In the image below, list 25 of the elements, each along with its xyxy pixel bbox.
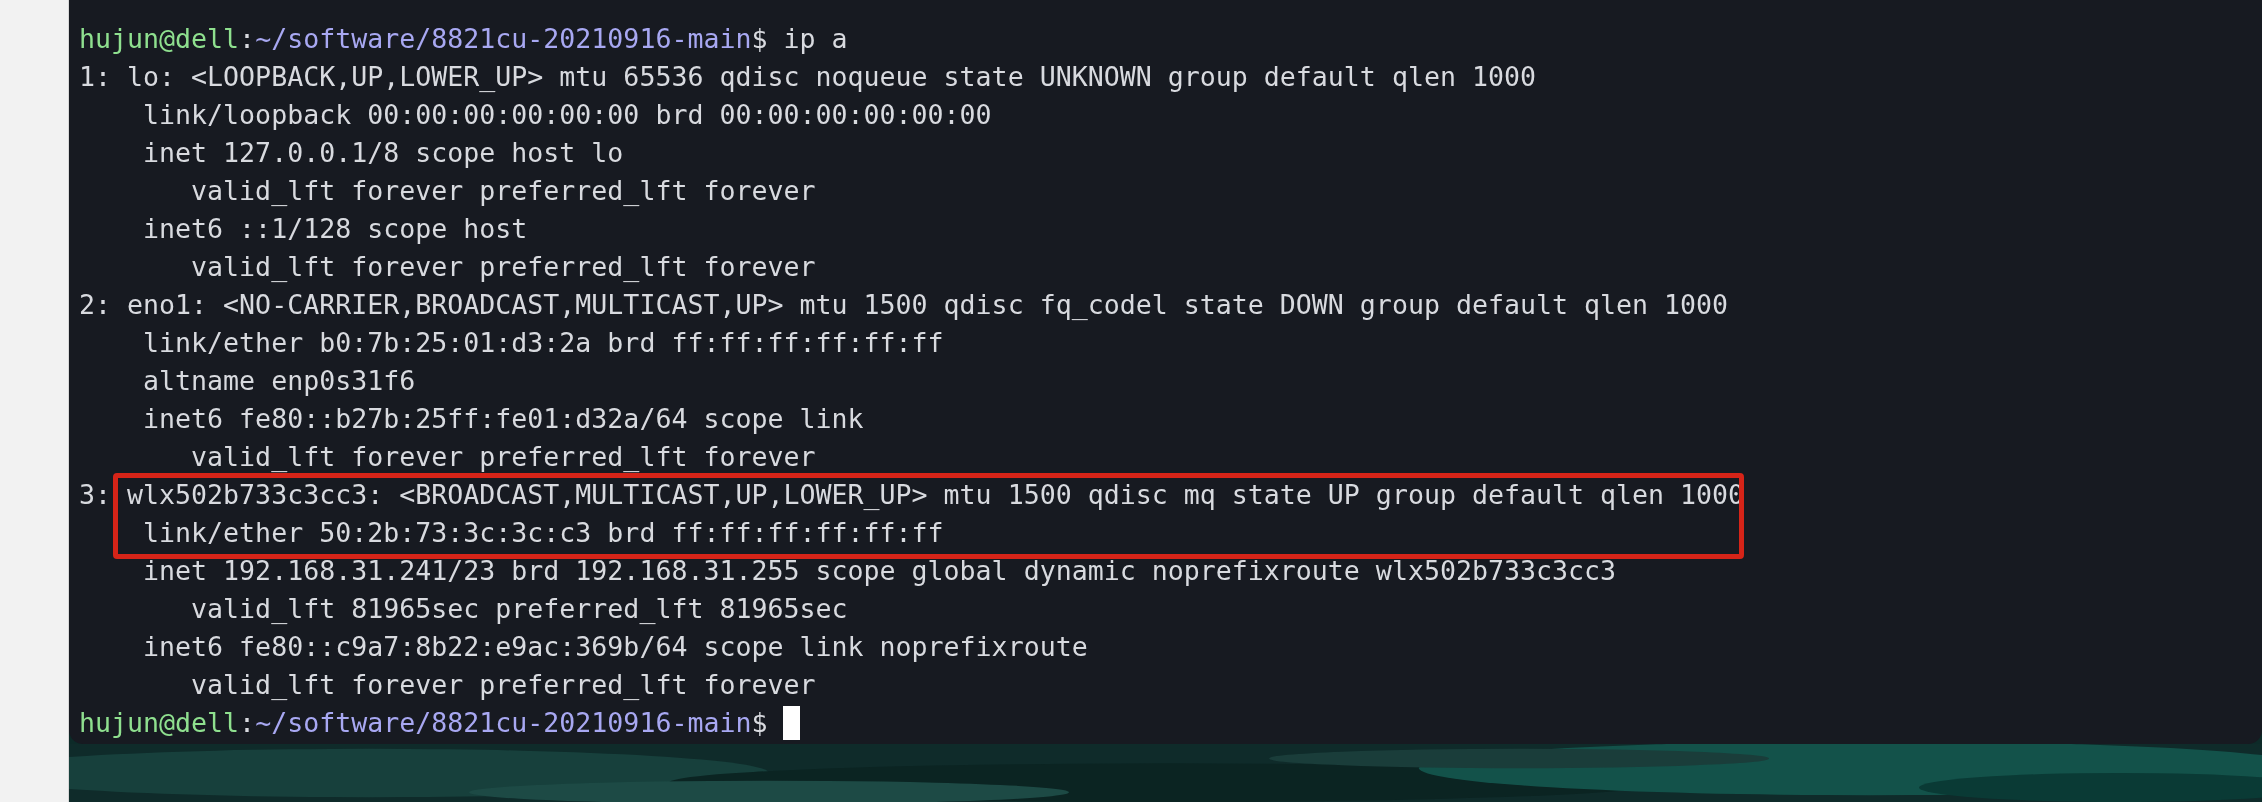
- output-line: valid_lft forever preferred_lft forever: [190, 250, 816, 284]
- output-line: inet 127.0.0.1/8 scope host lo: [142, 136, 624, 170]
- output-line: 1: lo: <LOOPBACK,UP,LOWER_UP> mtu 65536 qdisc noqueue state UNKNOWN group default qlen 1000: [79, 60, 1536, 94]
- output-line: valid_lft forever preferred_lft forever: [190, 668, 816, 702]
- prompt-path: ~/software/8821cu-20210916-main: [255, 706, 752, 740]
- output-line: valid_lft 81965sec preferred_lft 81965sec: [190, 592, 848, 626]
- output-line: valid_lft forever preferred_lft forever: [190, 440, 816, 474]
- prompt-path: ~/software/8821cu-20210916-main: [255, 22, 752, 56]
- prompt-separator: :: [239, 706, 256, 740]
- output-line: link/loopback 00:00:00:00:00:00 brd 00:00:00:00:00:00: [142, 98, 992, 132]
- prompt-symbol: $: [751, 22, 768, 56]
- prompt-symbol: $: [751, 706, 768, 740]
- output-line: altname enp0s31f6: [142, 364, 416, 398]
- output-line: link/ether 50:2b:73:3c:3c:c3 brd ff:ff:ff:ff:ff:ff: [142, 516, 944, 550]
- output-line: inet 192.168.31.241/23 brd 192.168.31.255 scope global dynamic noprefixroute wlx502b733c3cc3: [142, 554, 1617, 588]
- prompt-user: hujun@dell: [79, 706, 240, 740]
- output-line: valid_lft forever preferred_lft forever: [190, 174, 816, 208]
- command-text: ip a: [783, 22, 848, 56]
- output-line: link/ether b0:7b:25:01:d3:2a brd ff:ff:ff:ff:ff:ff: [142, 326, 944, 360]
- output-line: inet6 fe80::c9a7:8b22:e9ac:369b/64 scope link noprefixroute: [142, 630, 1088, 664]
- output-line: inet6 ::1/128 scope host: [142, 212, 528, 246]
- output-line: inet6 fe80::b27b:25ff:fe01:d32a/64 scope link: [142, 402, 864, 436]
- output-line: 2: eno1: <NO-CARRIER,BROADCAST,MULTICAST,UP> mtu 1500 qdisc fq_codel state DOWN group default qlen 1000: [79, 288, 1729, 322]
- prompt-separator: :: [239, 22, 256, 56]
- prompt-user: hujun@dell: [79, 22, 240, 56]
